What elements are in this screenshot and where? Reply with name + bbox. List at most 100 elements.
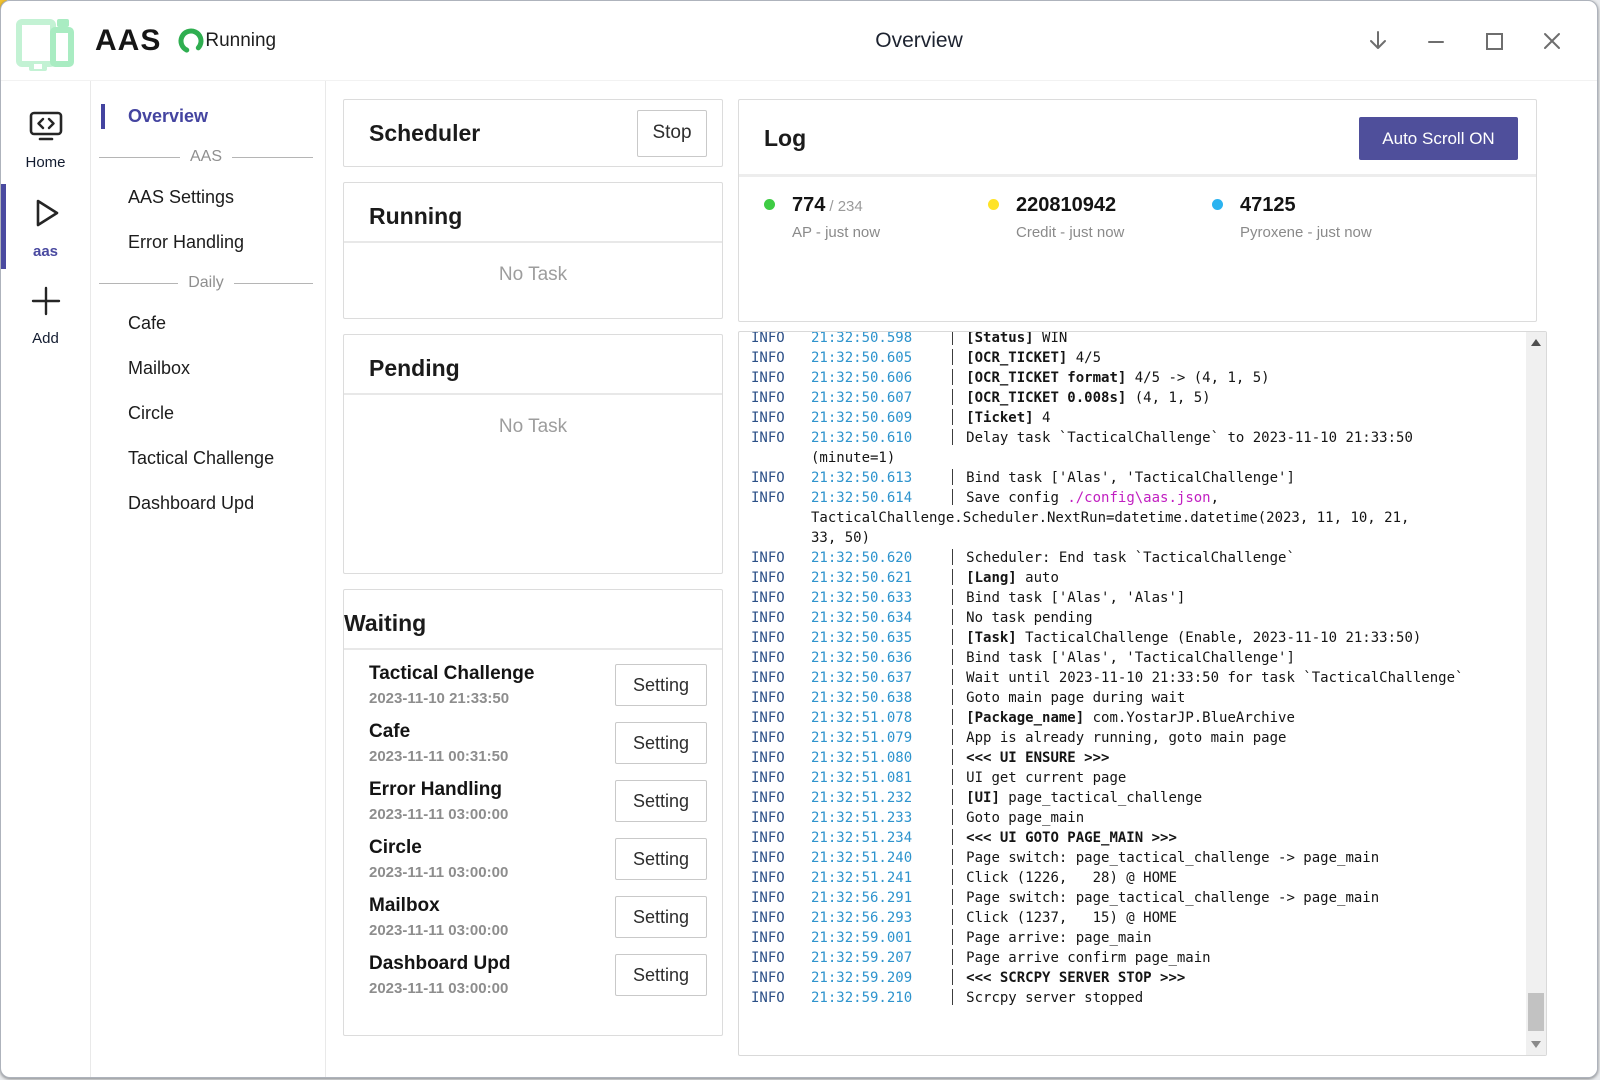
log-timestamp: 21:32:51.079 [811,730,912,746]
log-separator [952,789,953,805]
log-message: [OCR_TICKET] 4/5 [966,350,1101,366]
log-timestamp: 21:32:51.078 [811,710,912,726]
download-icon[interactable] [1361,24,1395,58]
log-entry: INFO21:32:50.605[OCR_TICKET] 4/5 [751,348,1522,368]
log-timestamp: 21:32:50.607 [811,390,912,406]
auto-scroll-button[interactable]: Auto Scroll ON [1359,117,1518,160]
log-separator [952,409,953,425]
log-message: Goto main page during wait [966,690,1185,706]
sidebar-item-aas-settings[interactable]: AAS Settings [91,178,325,217]
plus-icon [27,282,65,325]
log-level: INFO [751,928,811,948]
page-title: Overview [875,29,963,53]
log-message: [Status] WIN [966,331,1067,346]
close-icon[interactable] [1535,24,1569,58]
log-card: Log Auto Scroll ON 774/ 234AP - just now… [738,99,1537,322]
main-content: Scheduler Stop Running No Task Pending N… [326,81,1597,1077]
running-spinner-icon [177,27,205,55]
log-timestamp: 21:32:51.081 [811,770,912,786]
log-separator [952,469,953,485]
log-entry: INFO21:32:50.637Wait until 2023-11-10 21… [751,668,1522,688]
log-level: INFO [751,668,811,688]
log-lines: INFO21:32:50.598[Status] WININFO21:32:50… [739,331,1526,1055]
log-level: INFO [751,368,811,388]
log-level: INFO [751,968,811,988]
task-setting-button[interactable]: Setting [615,838,707,880]
sidebar-item-tactical-challenge[interactable]: Tactical Challenge [91,439,325,478]
log-message: No task pending [966,610,1092,626]
log-separator [952,929,953,945]
maximize-icon[interactable] [1477,24,1511,58]
log-timestamp: 21:32:51.240 [811,850,912,866]
log-message: Wait until 2023-11-10 21:33:50 for task … [966,670,1463,686]
log-separator [952,709,953,725]
task-name: Mailbox [369,895,508,917]
task-setting-button[interactable]: Setting [615,780,707,822]
log-level: INFO [751,788,811,808]
minimize-icon[interactable] [1419,24,1453,58]
rail-item-aas[interactable]: aas [1,182,90,271]
log-level: INFO [751,488,811,508]
log-level: INFO [751,468,811,488]
rail-item-add[interactable]: Add [1,271,90,358]
task-setting-button[interactable]: Setting [615,896,707,938]
scheduler-title: Scheduler [369,120,480,147]
scroll-down-icon[interactable] [1531,1041,1541,1048]
waiting-task-row: Tactical Challenge2023-11-10 21:33:50Set… [369,656,707,714]
log-entry: INFO21:32:50.634No task pending [751,608,1522,628]
divider-line [99,283,178,284]
task-next-run-time: 2023-11-11 03:00:00 [369,864,508,881]
log-message: [Lang] auto [966,570,1059,586]
stop-button[interactable]: Stop [637,110,707,157]
task-setting-button[interactable]: Setting [615,664,707,706]
log-timestamp: 21:32:50.614 [811,490,912,506]
sidebar-item-mailbox[interactable]: Mailbox [91,349,325,388]
log-message: <<< UI ENSURE >>> [966,750,1109,766]
log-entry: INFO21:32:51.080<<< UI ENSURE >>> [751,748,1522,768]
sidebar-item-error-handling[interactable]: Error Handling [91,223,325,262]
log-level: INFO [751,948,811,968]
sidebar-item-cafe[interactable]: Cafe [91,304,325,343]
stat-dot [1212,199,1223,210]
stat-value: 220810942 [1016,194,1116,216]
scrollbar-thumb[interactable] [1528,993,1544,1031]
log-timestamp: 21:32:59.001 [811,930,912,946]
task-next-run-time: 2023-11-11 03:00:00 [369,980,510,997]
rail-item-label: Home [25,154,65,171]
scroll-up-icon[interactable] [1531,339,1541,346]
log-entry: INFO21:32:51.081UI get current page [751,768,1522,788]
log-timestamp: 21:32:51.233 [811,810,912,826]
running-status-label: Running [205,30,276,52]
log-scrollbar[interactable] [1526,332,1546,1055]
log-message: <<< UI GOTO PAGE_MAIN >>> [966,830,1177,846]
log-entry: INFO21:32:50.609[Ticket] 4 [751,408,1522,428]
waiting-title: Waiting [344,610,722,637]
log-timestamp: 21:32:50.598 [811,331,912,346]
stat-label: Pyroxene - just now [1240,224,1408,241]
log-entry: INFO21:32:59.207Page arrive confirm page… [751,948,1522,968]
task-setting-button[interactable]: Setting [615,722,707,764]
pending-card: Pending No Task [343,334,723,574]
sidebar-item-circle[interactable]: Circle [91,394,325,433]
sidebar-section-daily: Daily [99,274,313,292]
log-separator [952,749,953,765]
nav-rail: Home aasAdd [1,81,91,1077]
sidebar: OverviewAASAAS SettingsError HandlingDai… [91,81,326,1077]
task-setting-button[interactable]: Setting [615,954,707,996]
log-separator [952,589,953,605]
task-name: Cafe [369,721,508,743]
log-level: INFO [751,628,811,648]
window-controls [1361,1,1569,81]
log-panel[interactable]: INFO21:32:50.598[Status] WININFO21:32:50… [738,331,1547,1056]
sidebar-item-dashboard-upd[interactable]: Dashboard Upd [91,484,325,523]
log-timestamp: 21:32:51.241 [811,870,912,886]
log-timestamp: 21:32:50.621 [811,570,912,586]
log-separator [952,829,953,845]
stat-credit: 220810942Credit - just now [988,194,1184,241]
rail-item-home[interactable]: Home [1,99,90,182]
log-message: [OCR_TICKET format] 4/5 -> (4, 1, 5) [966,370,1269,386]
sidebar-item-overview[interactable]: Overview [91,97,325,136]
stat-value-row: 220810942 [1016,194,1184,217]
log-entry: INFO21:32:51.234<<< UI GOTO PAGE_MAIN >>… [751,828,1522,848]
log-separator [952,849,953,865]
